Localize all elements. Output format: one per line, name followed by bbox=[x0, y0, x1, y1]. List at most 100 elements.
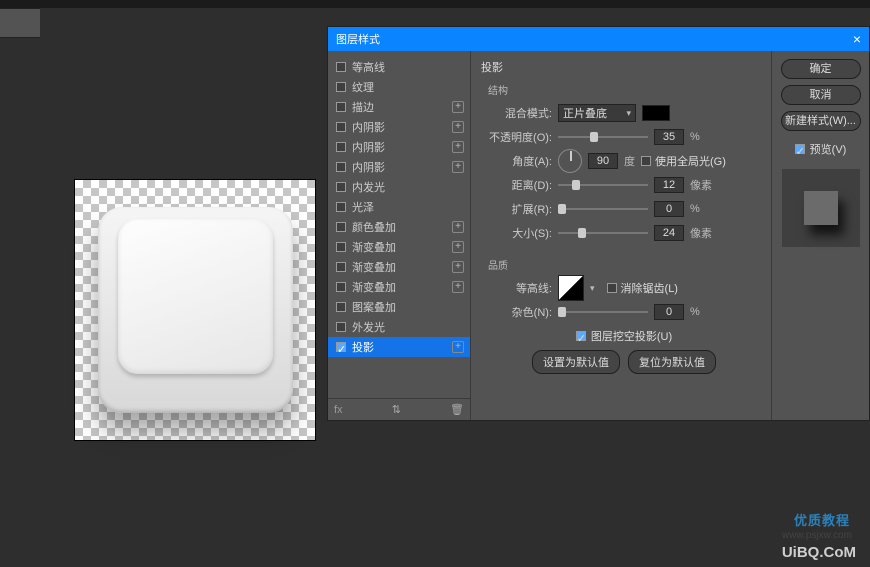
effect-row[interactable]: 描边 + bbox=[328, 97, 470, 117]
watermark-brand: 优质教程 bbox=[794, 510, 850, 529]
size-row: 大小(S): 24 像素 bbox=[488, 223, 760, 243]
effect-row[interactable]: 内阴影 + bbox=[328, 157, 470, 177]
dialog-titlebar[interactable]: 图层样式 × bbox=[328, 27, 869, 51]
blend-mode-label: 混合模式: bbox=[488, 105, 552, 121]
angle-dial[interactable] bbox=[558, 149, 582, 173]
effect-label: 描边 bbox=[352, 99, 374, 115]
effect-label: 内阴影 bbox=[352, 159, 385, 175]
opacity-slider[interactable] bbox=[558, 130, 648, 144]
app-topbar bbox=[0, 0, 870, 8]
shadow-color-swatch[interactable] bbox=[642, 105, 670, 121]
effect-checkbox[interactable] bbox=[336, 322, 346, 332]
contour-chevron-icon[interactable] bbox=[590, 282, 595, 294]
effect-row[interactable]: 渐变叠加 + bbox=[328, 277, 470, 297]
effect-label: 内发光 bbox=[352, 179, 385, 195]
noise-slider[interactable] bbox=[558, 305, 648, 319]
effect-label: 内阴影 bbox=[352, 139, 385, 155]
style-preview-swatch bbox=[804, 191, 838, 225]
contour-picker[interactable] bbox=[558, 275, 584, 301]
effect-checkbox[interactable] bbox=[336, 302, 346, 312]
effect-checkbox[interactable] bbox=[336, 82, 346, 92]
opacity-value[interactable]: 35 bbox=[654, 129, 684, 145]
angle-value[interactable]: 90 bbox=[588, 153, 618, 169]
layer-style-dialog: 图层样式 × 等高线纹理描边+内阴影+内阴影+内阴影+内发光光泽颜色叠加+渐变叠… bbox=[327, 26, 870, 421]
spread-row: 扩展(R): 0 % bbox=[488, 199, 760, 219]
add-effect-icon[interactable]: + bbox=[452, 281, 464, 293]
effect-label: 颜色叠加 bbox=[352, 219, 396, 235]
effect-checkbox[interactable] bbox=[336, 262, 346, 272]
add-effect-icon[interactable]: + bbox=[452, 261, 464, 273]
effect-row[interactable]: 外发光 bbox=[328, 317, 470, 337]
effect-row[interactable]: 内阴影 + bbox=[328, 117, 470, 137]
effect-row[interactable]: 渐变叠加 + bbox=[328, 257, 470, 277]
effect-label: 纹理 bbox=[352, 79, 374, 95]
effect-label: 外发光 bbox=[352, 319, 385, 335]
fx-label[interactable]: fx bbox=[334, 404, 343, 416]
effect-checkbox[interactable] bbox=[336, 122, 346, 132]
effect-row[interactable]: 颜色叠加 + bbox=[328, 217, 470, 237]
cancel-button[interactable]: 取消 bbox=[781, 85, 861, 105]
noise-row: 杂色(N): 0 % bbox=[488, 302, 760, 322]
ok-button[interactable]: 确定 bbox=[781, 59, 861, 79]
left-panel-bg bbox=[0, 38, 40, 567]
effect-checkbox[interactable] bbox=[336, 222, 346, 232]
reorder-icon[interactable]: ⇅ bbox=[392, 403, 401, 416]
document-canvas[interactable] bbox=[75, 180, 315, 440]
effect-row[interactable]: 内阴影 + bbox=[328, 137, 470, 157]
dialog-actions: 确定 取消 新建样式(W)... ✓预览(V) bbox=[771, 51, 869, 420]
effect-checkbox[interactable] bbox=[336, 182, 346, 192]
effect-checkbox[interactable] bbox=[336, 142, 346, 152]
style-preview bbox=[782, 169, 860, 247]
close-icon[interactable]: × bbox=[853, 31, 861, 47]
blend-mode-dropdown[interactable]: 正片叠底 bbox=[558, 104, 636, 122]
effects-list: 等高线纹理描边 + 内阴影 + 内阴影 + 内阴影 + 内发光光泽颜色叠加 + 渐变叠加 + 渐变叠加 +… bbox=[328, 51, 471, 420]
trash-icon[interactable]: 🗑 bbox=[450, 403, 464, 416]
antialias-checkbox[interactable] bbox=[607, 283, 617, 293]
dialog-title: 图层样式 bbox=[336, 31, 380, 47]
spread-slider[interactable] bbox=[558, 202, 648, 216]
effect-row[interactable]: ✓投影+ bbox=[328, 337, 470, 357]
effect-checkbox[interactable] bbox=[336, 282, 346, 292]
reset-default-button[interactable]: 复位为默认值 bbox=[628, 350, 716, 374]
effect-row[interactable]: 等高线 bbox=[328, 57, 470, 77]
effect-checkbox[interactable] bbox=[336, 242, 346, 252]
add-effect-icon[interactable]: + bbox=[452, 121, 464, 133]
keycap-inner bbox=[118, 219, 273, 374]
effect-row[interactable]: 纹理 bbox=[328, 77, 470, 97]
preview-checkbox[interactable]: ✓ bbox=[795, 144, 805, 154]
add-effect-icon[interactable]: + bbox=[452, 101, 464, 113]
effect-row[interactable]: 内发光 bbox=[328, 177, 470, 197]
size-slider[interactable] bbox=[558, 226, 648, 240]
knockout-checkbox[interactable]: ✓ bbox=[576, 331, 586, 341]
effect-label: 内阴影 bbox=[352, 119, 385, 135]
effect-checkbox[interactable] bbox=[336, 102, 346, 112]
add-effect-icon[interactable]: + bbox=[452, 141, 464, 153]
add-effect-icon[interactable]: + bbox=[452, 241, 464, 253]
effect-checkbox[interactable] bbox=[336, 202, 346, 212]
effect-row[interactable]: 渐变叠加 + bbox=[328, 237, 470, 257]
effect-label: 渐变叠加 bbox=[352, 259, 396, 275]
keycap-outer bbox=[98, 207, 293, 413]
add-effect-icon[interactable]: + bbox=[452, 341, 464, 353]
effect-label: 光泽 bbox=[352, 199, 374, 215]
effect-checkbox[interactable] bbox=[336, 62, 346, 72]
effect-label: 渐变叠加 bbox=[352, 239, 396, 255]
new-style-button[interactable]: 新建样式(W)... bbox=[781, 111, 861, 131]
distance-slider[interactable] bbox=[558, 178, 648, 192]
effect-row[interactable]: 光泽 bbox=[328, 197, 470, 217]
make-default-button[interactable]: 设置为默认值 bbox=[532, 350, 620, 374]
effect-label: 渐变叠加 bbox=[352, 279, 396, 295]
add-effect-icon[interactable]: + bbox=[452, 221, 464, 233]
quality-title: 品质 bbox=[488, 257, 760, 272]
effect-checkbox[interactable]: ✓ bbox=[336, 342, 346, 352]
blend-mode-row: 混合模式: 正片叠底 bbox=[488, 103, 760, 123]
watermark-url: www.psjxw.com bbox=[782, 530, 852, 541]
effect-settings: 投影 结构 混合模式: 正片叠底 不透明度(O): 35 % bbox=[471, 51, 771, 420]
watermark-site: UiBQ.CoM bbox=[782, 544, 856, 561]
section-title: 投影 bbox=[481, 59, 761, 75]
effect-row[interactable]: 图案叠加 bbox=[328, 297, 470, 317]
add-effect-icon[interactable]: + bbox=[452, 161, 464, 173]
global-light-checkbox[interactable] bbox=[641, 156, 651, 166]
structure-title: 结构 bbox=[488, 82, 760, 97]
effect-checkbox[interactable] bbox=[336, 162, 346, 172]
